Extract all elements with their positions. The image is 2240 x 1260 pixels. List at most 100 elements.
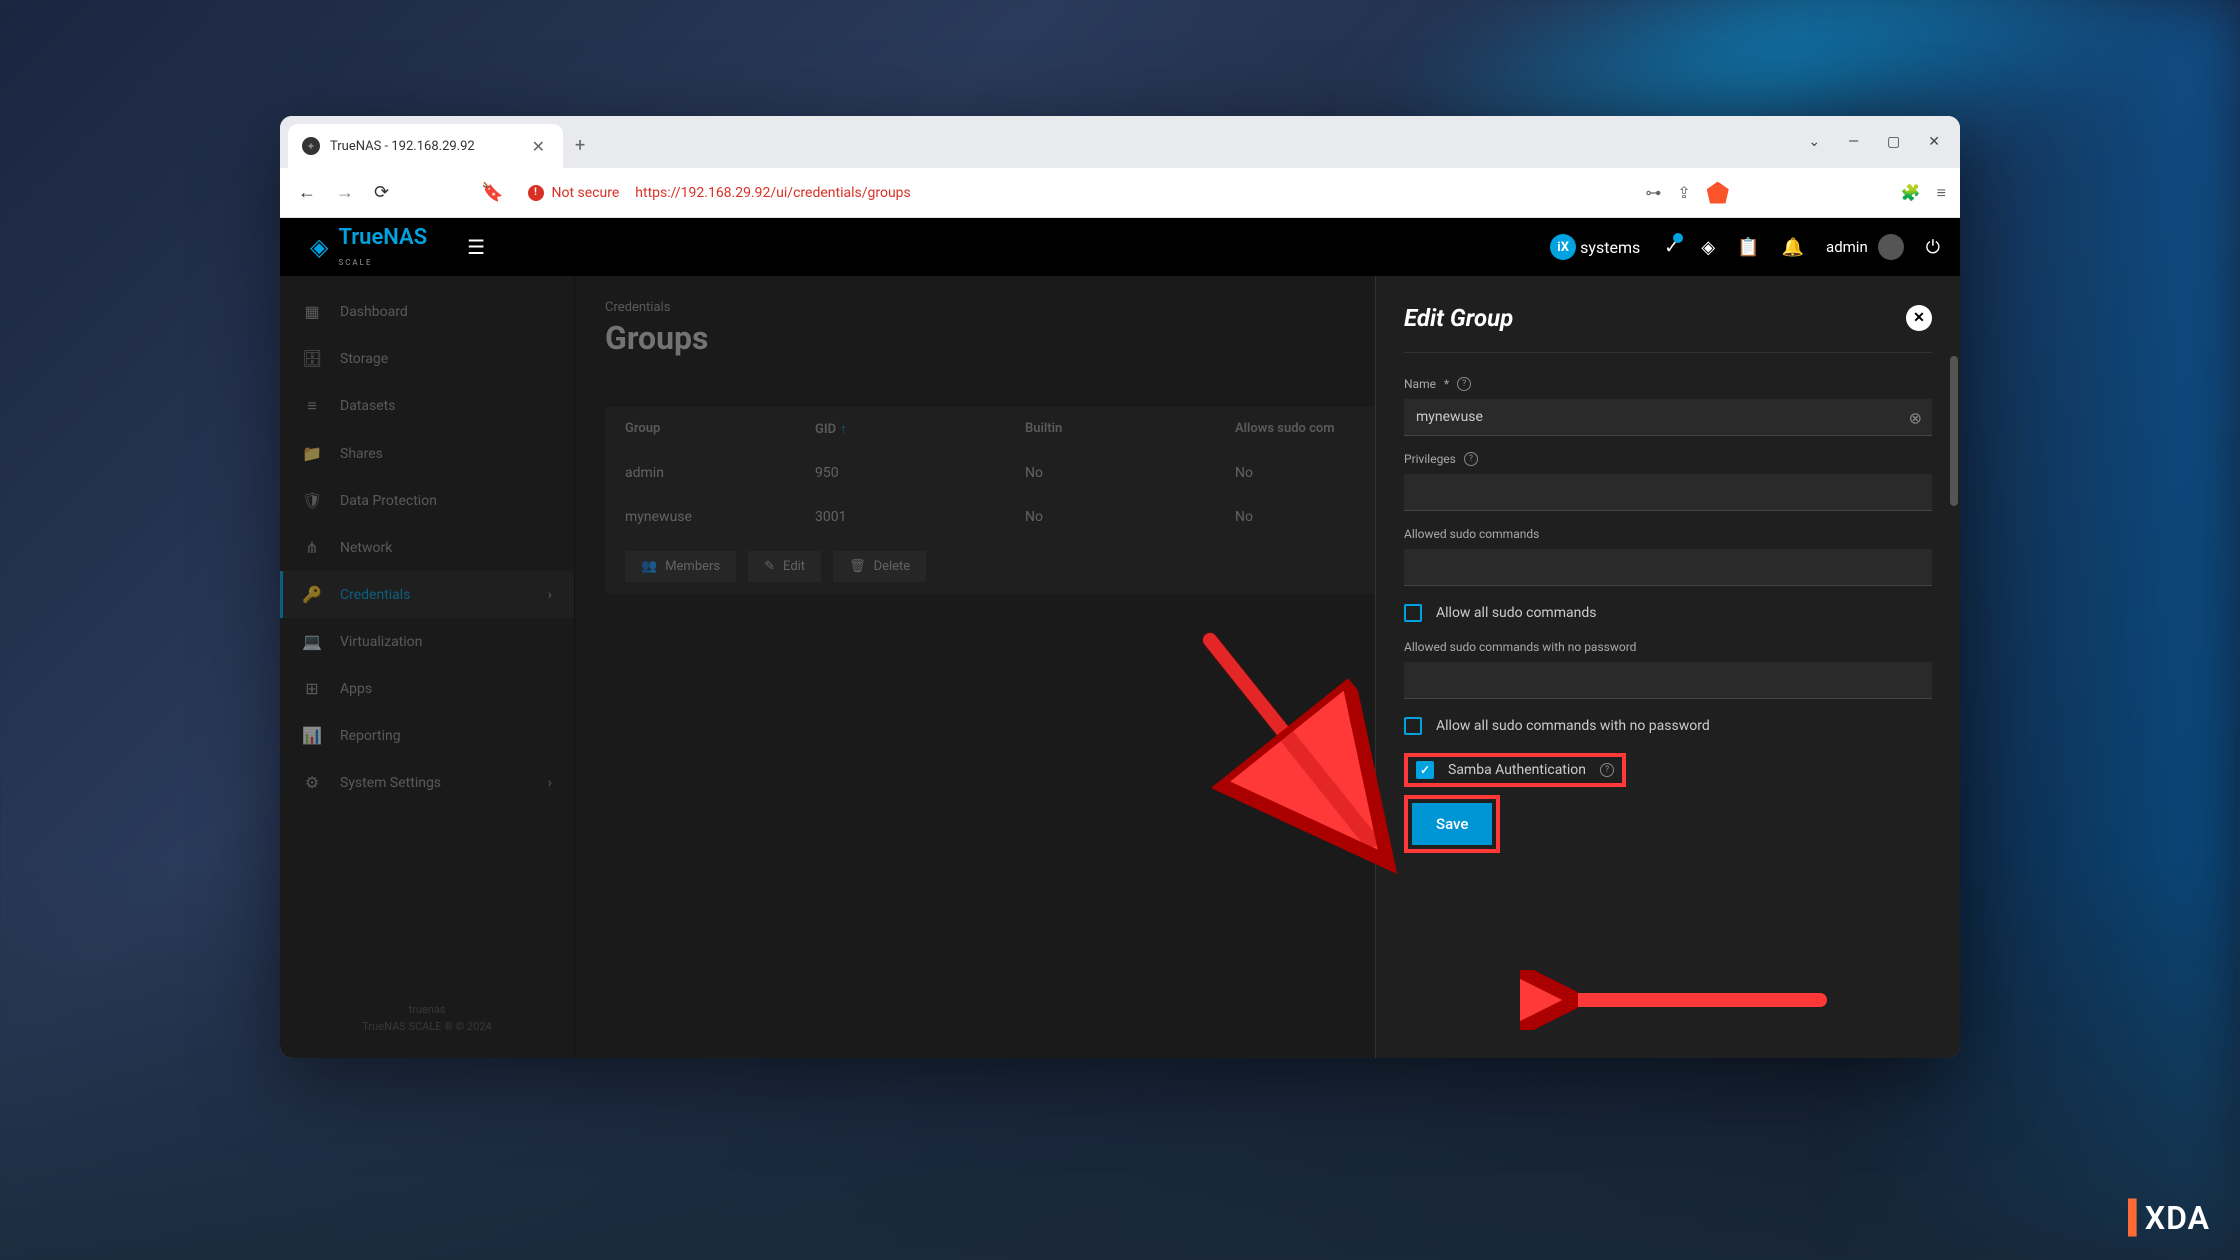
sidebar-item-systemsettings[interactable]: ⚙System Settings› <box>280 759 574 806</box>
app-body: ▦Dashboard 🗄Storage ≡ Datasets 📁Shares 🛡D… <box>280 276 1960 1058</box>
sidebar-item-label: Reporting <box>340 728 401 744</box>
sidebar-item-shares[interactable]: 📁Shares <box>280 430 574 477</box>
url-field[interactable]: ! Not secure https://192.168.29.92/ui/cr… <box>520 185 1634 201</box>
checkbox-checked-icon[interactable] <box>1416 761 1434 779</box>
key-icon: 🔑 <box>302 585 322 604</box>
security-indicator[interactable]: ! Not secure <box>528 185 620 201</box>
notifications-icon[interactable]: 🔔 <box>1782 237 1804 258</box>
shares-icon: 📁 <box>302 444 322 463</box>
minimize-icon[interactable]: — <box>1848 134 1859 150</box>
apps-icon: ⊞ <box>302 679 322 698</box>
truenas-logo[interactable]: ◈ TrueNAS SCALE <box>310 225 427 269</box>
help-icon[interactable]: ? <box>1600 763 1614 777</box>
ix-text: systems <box>1580 238 1640 257</box>
delete-button[interactable]: 🗑Delete <box>833 551 926 582</box>
bookmark-icon[interactable]: 🔖 <box>477 178 507 207</box>
share-icon[interactable]: ⇪ <box>1677 183 1690 202</box>
members-button[interactable]: 👥Members <box>625 551 736 582</box>
window-controls: ⌄ — ▢ ✕ <box>1808 116 1952 168</box>
new-tab-button[interactable]: + <box>575 135 585 156</box>
checkbox-label: Samba Authentication <box>1448 762 1586 778</box>
ixsystems-logo[interactable]: iX systems <box>1550 234 1640 260</box>
key-icon[interactable]: ⊶ <box>1645 183 1661 202</box>
hamburger-menu-icon[interactable]: ☰ <box>467 235 485 259</box>
sidebar-item-dashboard[interactable]: ▦Dashboard <box>280 288 574 335</box>
samba-auth-row[interactable]: Samba Authentication ? <box>1416 761 1614 779</box>
dashboard-icon: ▦ <box>302 302 322 321</box>
allow-all-sudo-nopw-row[interactable]: Allow all sudo commands with no password <box>1404 717 1932 735</box>
xda-watermark: [ ] XDA <box>2126 1196 2210 1240</box>
sidebar-item-credentials[interactable]: 🔑 Credentials › <box>280 571 574 618</box>
header-group[interactable]: Group <box>625 421 815 437</box>
allowed-sudo-field[interactable] <box>1404 549 1932 586</box>
browser-tab[interactable]: TrueNAS - 192.168.29.92 ✕ <box>288 124 563 168</box>
power-icon[interactable]: ⏻ <box>1926 237 1940 258</box>
sidebar: ▦Dashboard 🗄Storage ≡ Datasets 📁Shares 🛡D… <box>280 276 575 1058</box>
cell-gid: 950 <box>815 465 1025 481</box>
app-content: ◈ TrueNAS SCALE ☰ iX systems ✓ ◈ 📋 🔔 adm… <box>280 218 1960 1058</box>
maximize-icon[interactable]: ▢ <box>1887 134 1900 150</box>
help-icon[interactable]: ? <box>1457 377 1471 391</box>
tab-dropdown-icon[interactable]: ⌄ <box>1808 134 1820 150</box>
not-secure-text: Not secure <box>552 185 620 201</box>
panel-close-icon[interactable]: ✕ <box>1906 305 1932 331</box>
reload-icon[interactable]: ⟳ <box>370 178 393 207</box>
brave-shields-icon[interactable] <box>1707 182 1729 204</box>
privileges-field[interactable] <box>1404 474 1932 511</box>
chevron-right-icon: › <box>548 587 552 603</box>
cell-gid: 3001 <box>815 509 1025 525</box>
header-gid[interactable]: GID↑ <box>815 421 1025 437</box>
menu-icon[interactable]: ≡ <box>1937 183 1946 203</box>
header-builtin[interactable]: Builtin <box>1025 421 1235 437</box>
sidebar-item-label: Apps <box>340 681 372 697</box>
forward-icon: → <box>332 178 358 207</box>
allow-all-sudo-row[interactable]: Allow all sudo commands <box>1404 604 1932 622</box>
checkbox-unchecked-icon[interactable] <box>1404 604 1422 622</box>
edit-button[interactable]: ✎Edit <box>748 551 821 582</box>
clipboard-icon[interactable]: 📋 <box>1737 237 1759 258</box>
sidebar-item-apps[interactable]: ⊞ Apps <box>280 665 574 712</box>
help-icon[interactable]: ? <box>1464 452 1478 466</box>
sidebar-item-storage[interactable]: 🗄Storage <box>280 335 574 382</box>
layers-icon[interactable]: ◈ <box>1701 237 1715 258</box>
sidebar-item-label: Virtualization <box>340 634 422 650</box>
name-field[interactable] <box>1404 399 1932 436</box>
status-check-icon[interactable]: ✓ <box>1664 237 1679 258</box>
extensions-icon[interactable]: 🧩 <box>1901 183 1921 202</box>
sidebar-item-network[interactable]: ⋔Network <box>280 524 574 571</box>
app-header: ◈ TrueNAS SCALE ☰ iX systems ✓ ◈ 📋 🔔 adm… <box>280 218 1960 276</box>
pencil-icon: ✎ <box>764 559 775 574</box>
checkbox-label: Allow all sudo commands with no password <box>1436 718 1710 734</box>
clear-icon[interactable]: ⊗ <box>1909 408 1922 427</box>
truenas-favicon <box>302 137 320 155</box>
panel-header: Edit Group ✕ <box>1404 304 1932 353</box>
close-window-icon[interactable]: ✕ <box>1928 134 1940 150</box>
sidebar-item-dataprotection[interactable]: 🛡Data Protection <box>280 477 574 524</box>
cell-group: mynewuse <box>625 509 815 525</box>
allowed-sudo-nopw-field[interactable] <box>1404 662 1932 699</box>
tab-close-icon[interactable]: ✕ <box>528 137 549 156</box>
annotation-highlight: Samba Authentication ? <box>1404 753 1626 787</box>
sort-ascending-icon: ↑ <box>840 422 847 437</box>
datasets-icon: ≡ <box>302 396 322 416</box>
user-menu[interactable]: admin <box>1826 234 1904 260</box>
sidebar-item-label: Credentials <box>340 587 410 603</box>
sidebar-footer: truenas TrueNAS SCALE ® © 2024 <box>280 991 574 1046</box>
name-label: Name* ? <box>1404 377 1932 391</box>
checkbox-unchecked-icon[interactable] <box>1404 717 1422 735</box>
ix-badge-icon: iX <box>1550 234 1576 260</box>
sidebar-item-virtualization[interactable]: 💻Virtualization <box>280 618 574 665</box>
not-secure-icon: ! <box>528 185 544 201</box>
sidebar-item-datasets[interactable]: ≡ Datasets <box>280 382 574 430</box>
sidebar-item-label: Data Protection <box>340 493 437 509</box>
trash-icon: 🗑 <box>849 559 866 574</box>
footer-line-2: TrueNAS SCALE ® © 2024 <box>302 1018 552 1036</box>
sidebar-item-reporting[interactable]: 📊Reporting <box>280 712 574 759</box>
storage-icon: 🗄 <box>302 349 322 368</box>
sidebar-item-label: Datasets <box>340 398 395 414</box>
back-icon[interactable]: ← <box>294 178 320 207</box>
tab-title: TrueNAS - 192.168.29.92 <box>330 139 518 154</box>
privileges-label: Privileges ? <box>1404 452 1932 466</box>
save-button[interactable]: Save <box>1412 803 1492 845</box>
scrollbar[interactable] <box>1950 356 1958 506</box>
